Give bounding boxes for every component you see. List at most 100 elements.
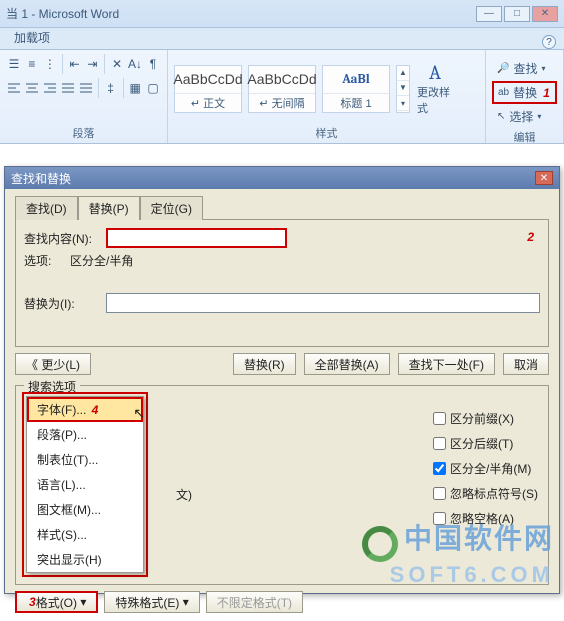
checkbox[interactable] [433,512,446,525]
menu-frame[interactable]: 图文框(M)... [27,497,143,522]
scroll-up-icon[interactable]: ▲ [397,66,409,81]
align-right-icon[interactable] [42,78,58,98]
style-preview: AaBbCcDd [249,66,315,93]
find-button[interactable]: 🔎 查找▾ [492,58,557,79]
style-name: ↵ 无间隔 [249,93,315,112]
ribbon-tab-addins[interactable]: 加载项 [4,26,60,49]
list-multilevel-icon[interactable]: ⋮ [42,54,58,74]
options-value: 区分全/半角 [70,252,133,269]
help-icon[interactable]: ? [542,35,556,49]
line-spacing-icon[interactable]: ‡ [103,78,119,98]
checkbox[interactable] [433,412,446,425]
options-label: 选项: [24,252,64,269]
less-button[interactable]: 《 更少(L) [15,353,91,375]
dialog-button-row: 《 更少(L) 替换(R) 全部替换(A) 查找下一处(F) 取消 [15,353,549,375]
chk-suffix[interactable]: 区分后缀(T) [433,435,538,452]
menu-style[interactable]: 样式(S)... [27,522,143,547]
indent-increase-icon[interactable]: ⇥ [84,54,100,74]
menu-paragraph[interactable]: 段落(P)... [27,422,143,447]
annotation-3: 3 [29,595,36,609]
window-titlebar: 当 1 - Microsoft Word ― □ ✕ [0,0,564,28]
annotation-4: 4 [92,403,99,417]
chk-prefix[interactable]: 区分前缀(X) [433,410,538,427]
format-menu: 字体(F)... 4 ↖ 段落(P)... 制表位(T)... 语言(L)...… [26,396,144,573]
annotation-1: 1 [543,86,550,100]
list-numbered-icon[interactable]: ≡ [24,54,40,74]
group-paragraph: ☰ ≡ ⋮ ⇤ ⇥ ✕ A↓ ¶ [0,50,168,143]
find-what-label: 查找内容(N): [24,230,100,247]
chk-space[interactable]: 忽略空格(A) [433,510,538,527]
borders-icon[interactable]: ▢ [145,78,161,98]
dialog-close-button[interactable]: ✕ [535,171,553,185]
dialog-titlebar[interactable]: 查找和替换 ✕ [5,167,559,189]
no-format-button[interactable]: 不限定格式(T) [206,591,303,613]
find-next-button[interactable]: 查找下一处(F) [398,353,495,375]
replace-all-button[interactable]: 全部替换(A) [304,353,390,375]
change-styles-button[interactable]: A 更改样式 [416,65,454,113]
show-marks-icon[interactable]: ¶ [145,54,161,74]
ribbon-tabs: 加载项 ? [0,28,564,50]
list-bullets-icon[interactable]: ☰ [6,54,22,74]
dialog-panel: 查找内容(N): 2 选项: 区分全/半角 替换为(I): [15,219,549,347]
minimize-button[interactable]: ― [476,6,502,22]
style-heading1[interactable]: AaBl 标题 1 [322,65,390,113]
style-normal[interactable]: AaBbCcDd ↵ 正文 [174,65,242,113]
ribbon: ☰ ≡ ⋮ ⇤ ⇥ ✕ A↓ ¶ [0,50,564,144]
tab-replace[interactable]: 替换(P) [78,196,140,220]
checkbox[interactable] [433,437,446,450]
find-what-input[interactable] [106,228,287,248]
select-button[interactable]: ↖ 选择▾ [492,106,557,127]
checkbox[interactable] [433,462,446,475]
tab-find[interactable]: 查找(D) [15,196,78,220]
close-button[interactable]: ✕ [532,6,558,22]
menu-highlight[interactable]: 突出显示(H) [27,547,143,572]
stray-text: 文) [176,486,192,503]
format-button-label: 格式(O) [36,594,77,611]
shading-icon[interactable]: ▦ [127,78,143,98]
style-preview: AaBl [323,66,389,93]
binoculars-icon: 🔎 [497,63,509,74]
replace-one-button[interactable]: 替换(R) [233,353,296,375]
sort-icon[interactable]: A↓ [127,54,143,74]
replace-with-label: 替换为(I): [24,295,100,312]
chk-punct[interactable]: 忽略标点符号(S) [433,485,538,502]
menu-language[interactable]: 语言(L)... [27,472,143,497]
menu-font[interactable]: 字体(F)... 4 ↖ [27,397,143,422]
replace-icon: ab [498,87,509,98]
dialog-tabs: 查找(D) 替换(P) 定位(G) [15,195,549,219]
dialog-title: 查找和替换 [11,170,71,187]
tab-goto[interactable]: 定位(G) [140,196,203,220]
checkbox[interactable] [433,487,446,500]
asian-layout-icon[interactable]: ✕ [109,54,125,74]
special-format-button[interactable]: 特殊格式(E) ▾ [104,591,199,613]
maximize-button[interactable]: □ [504,6,530,22]
style-nospacing[interactable]: AaBbCcDd ↵ 无间隔 [248,65,316,113]
scroll-down-icon[interactable]: ▼ [397,81,409,96]
cursor-icon: ↖ [497,111,505,122]
menu-font-label: 字体(F)... [37,403,86,417]
gallery-expand-icon[interactable]: ▾ [397,96,409,111]
group-editing: 🔎 查找▾ ab 替换 1 ↖ 选择▾ 编辑 [486,50,564,143]
align-left-icon[interactable] [6,78,22,98]
find-label: 查找 [513,60,537,77]
group-editing-label: 编辑 [492,127,557,145]
style-name: ↵ 正文 [175,93,241,112]
align-center-icon[interactable] [24,78,40,98]
cancel-button[interactable]: 取消 [503,353,549,375]
align-justify-icon[interactable] [60,78,76,98]
annotation-2: 2 [527,230,534,244]
group-styles-label: 样式 [174,123,479,141]
style-gallery-scroll[interactable]: ▲ ▼ ▾ [396,65,410,113]
replace-label: 替换 [513,84,537,101]
group-styles: AaBbCcDd ↵ 正文 AaBbCcDd ↵ 无间隔 AaBl 标题 1 ▲… [168,50,486,143]
style-name: 标题 1 [323,93,389,112]
replace-with-input[interactable] [106,293,540,313]
menu-tabs[interactable]: 制表位(T)... [27,447,143,472]
chk-fullhalf[interactable]: 区分全/半角(M) [433,460,538,477]
align-distribute-icon[interactable] [78,78,94,98]
indent-decrease-icon[interactable]: ⇤ [67,54,83,74]
window-title: 当 1 - Microsoft Word [6,5,119,22]
replace-button[interactable]: ab 替换 1 [492,81,557,104]
format-button[interactable]: 3 格式(O) ▾ [15,591,98,613]
style-preview: AaBbCcDd [175,66,241,93]
